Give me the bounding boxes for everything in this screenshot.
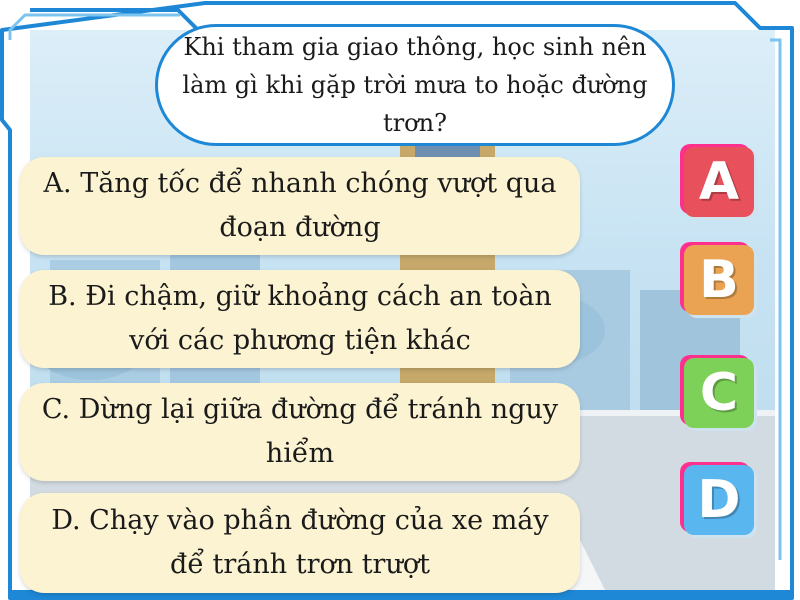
- answer-button-c[interactable]: C: [684, 358, 754, 428]
- question-bubble: Khi tham gia giao thông, học sinh nên là…: [155, 24, 675, 146]
- answer-option-d[interactable]: D. Chạy vào phần đường của xe máy để trá…: [20, 493, 580, 593]
- answer-option-c[interactable]: C. Dừng lại giữa đường để tránh nguy hiể…: [20, 383, 580, 481]
- answer-option-a[interactable]: A. Tăng tốc để nhanh chóng vượt qua đoạn…: [20, 157, 580, 255]
- answer-button-d-letter: D: [697, 470, 741, 530]
- answer-button-a[interactable]: A: [684, 147, 754, 217]
- answer-button-b-letter: B: [699, 250, 739, 310]
- answer-button-c-letter: C: [699, 363, 739, 423]
- answer-b-text: B. Đi chậm, giữ khoảng cách an toàn với …: [48, 281, 552, 356]
- answer-button-d[interactable]: D: [684, 465, 754, 535]
- answer-button-a-letter: A: [698, 152, 740, 212]
- answer-d-text: D. Chạy vào phần đường của xe máy để trá…: [51, 505, 549, 580]
- answer-a-text: A. Tăng tốc để nhanh chóng vượt qua đoạn…: [43, 168, 557, 243]
- answer-c-text: C. Dừng lại giữa đường để tránh nguy hiể…: [41, 394, 559, 469]
- answer-button-b[interactable]: B: [684, 245, 754, 315]
- question-text: Khi tham gia giao thông, học sinh nên là…: [182, 33, 648, 137]
- answer-option-b[interactable]: B. Đi chậm, giữ khoảng cách an toàn với …: [20, 270, 580, 368]
